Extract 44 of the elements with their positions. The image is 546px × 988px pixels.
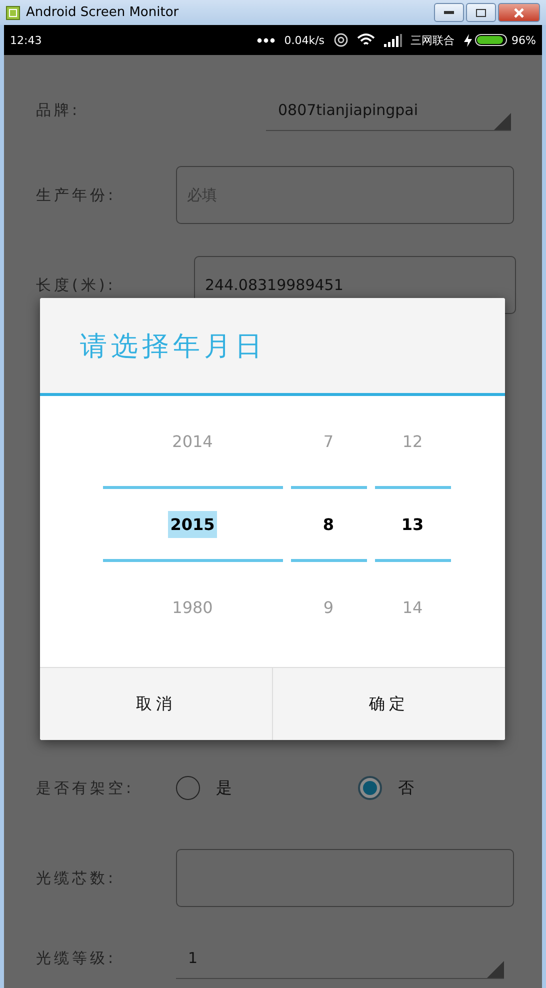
field-label: 长度(米): [36, 276, 117, 294]
battery-percent: 96% [512, 34, 536, 46]
maximize-icon [476, 8, 486, 16]
picker-value[interactable]: 1980 [170, 594, 215, 620]
picker-value[interactable]: 14 [400, 594, 425, 620]
picker-value[interactable]: 2014 [170, 428, 215, 454]
maximize-button[interactable] [466, 3, 496, 22]
signal-icon [384, 34, 402, 46]
picker-value[interactable]: 13 [399, 510, 426, 538]
dropdown[interactable]: 0807tianjiapingpai [266, 89, 511, 131]
field-label: 生产年份: [36, 186, 118, 204]
app-icon [6, 6, 20, 20]
minimize-button[interactable] [434, 3, 464, 22]
radio-label: 是 [216, 778, 232, 798]
confirm-button[interactable]: 确定 [272, 668, 505, 740]
field-label: 光缆等级: [36, 948, 118, 968]
wifi-icon [356, 33, 375, 47]
dropdown[interactable]: 1 [176, 937, 504, 979]
window-title: Android Screen Monitor [26, 5, 179, 20]
radio-label: 否 [398, 778, 414, 798]
radio-button[interactable] [176, 776, 200, 800]
picker-value[interactable]: 7 [321, 428, 336, 454]
picker-value[interactable]: 9 [321, 594, 336, 620]
dropdown-triangle-icon [487, 961, 504, 978]
dropdown-triangle-icon [494, 113, 511, 130]
clock: 12:43 [10, 34, 42, 46]
battery-icon [474, 34, 507, 46]
hotspot-icon [334, 33, 348, 47]
close-button[interactable] [498, 3, 540, 22]
minimize-icon [444, 10, 454, 14]
picker-value[interactable]: 12 [400, 428, 425, 454]
field-label: 品牌: [36, 100, 82, 120]
dialog-title: 请选择年月日 [80, 330, 266, 364]
field-label: 光缆芯数: [36, 868, 118, 888]
radio-button[interactable] [358, 776, 382, 800]
picker-value[interactable]: 2015 [168, 510, 217, 538]
field-label: 是否有架空: [36, 778, 136, 798]
close-icon [514, 8, 524, 18]
input-field[interactable] [176, 849, 514, 907]
network-speed: 0.04k/s [284, 34, 325, 46]
carrier-name: 三网联合 [410, 32, 455, 48]
more-icon [257, 38, 276, 42]
charging-icon [464, 34, 472, 46]
picker-value[interactable]: 8 [320, 510, 336, 538]
